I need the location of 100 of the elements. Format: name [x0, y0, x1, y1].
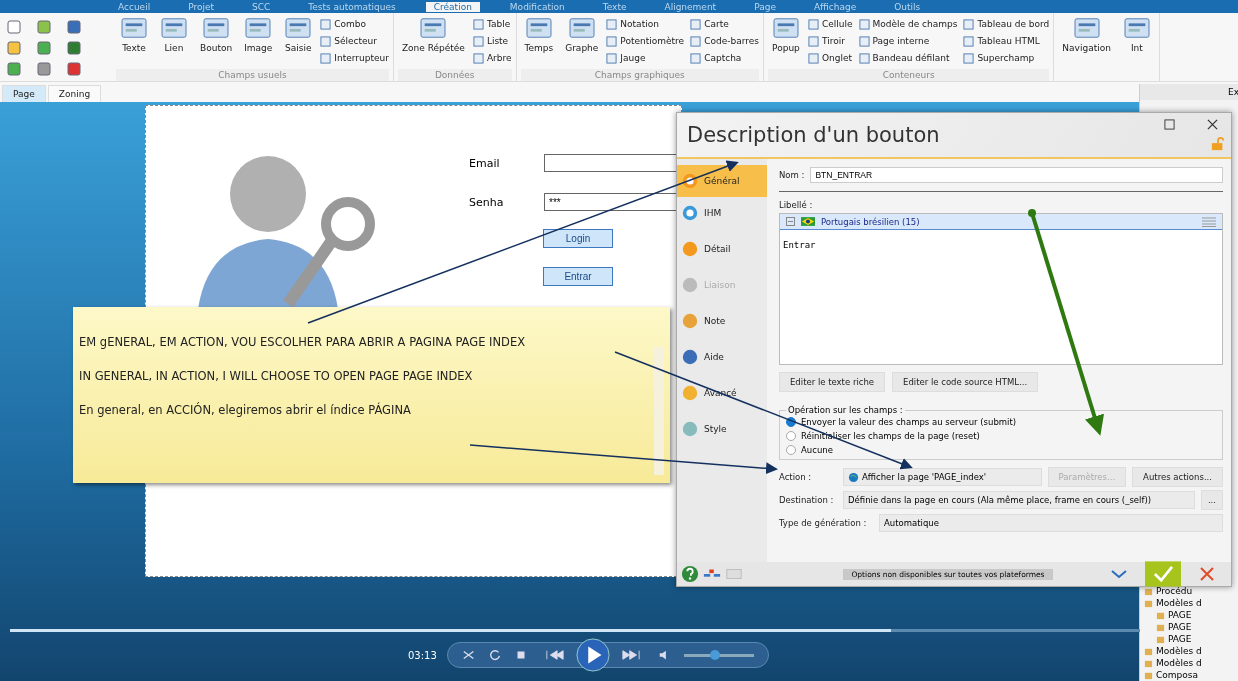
ribbon-button[interactable]: Tableau HTML: [963, 33, 1050, 49]
ribbon-button[interactable]: Captcha: [690, 50, 759, 66]
progress-bar[interactable]: [10, 629, 1140, 632]
ribbon-tab[interactable]: Accueil: [110, 1, 159, 12]
ribbon-button[interactable]: Jauge: [606, 50, 685, 66]
ribbon-button[interactable]: Combo: [320, 16, 389, 32]
ribbon-button[interactable]: Bandeau défilant: [858, 50, 958, 66]
tree-item[interactable]: Procédu: [1140, 585, 1238, 597]
control-icon: [606, 52, 618, 64]
toolbar-icon[interactable]: [36, 19, 52, 35]
ribbon-button[interactable]: Sélecteur: [320, 33, 389, 49]
scrollbar[interactable]: [654, 347, 664, 475]
ribbon-button[interactable]: Tableau de bord: [963, 16, 1050, 32]
ribbon-button[interactable]: Cellule: [807, 16, 853, 32]
page-button[interactable]: Login: [543, 229, 613, 248]
ribbon-button[interactable]: Liste: [472, 33, 512, 49]
section-tab[interactable]: Style: [677, 419, 767, 439]
ribbon-tab[interactable]: Modification: [501, 1, 573, 12]
collapse-icon[interactable]: [786, 217, 795, 226]
ribbon-button[interactable]: Notation: [606, 16, 685, 32]
maximize-icon[interactable]: [1164, 119, 1175, 130]
ribbon-button[interactable]: Texte: [116, 16, 152, 69]
toolbar-icon[interactable]: [66, 19, 82, 35]
action-dropdown[interactable]: Afficher la page 'PAGE_index': [843, 468, 1042, 486]
tree-item[interactable]: PAGE: [1140, 633, 1238, 645]
ribbon-button[interactable]: Navigation: [1058, 16, 1115, 81]
play-icon[interactable]: [575, 638, 610, 672]
ribbon-button[interactable]: Arbre: [472, 50, 512, 66]
ribbon-button[interactable]: Int: [1118, 16, 1155, 81]
playback-time: 03:13: [408, 649, 437, 661]
ribbon-button[interactable]: Carte: [690, 16, 759, 32]
ribbon-tab[interactable]: Projet: [180, 1, 222, 12]
page-button[interactable]: Entrar: [543, 267, 613, 286]
caption-text[interactable]: Entrar: [780, 230, 1222, 260]
browse-button[interactable]: ...: [1200, 490, 1223, 510]
toolbar-icon[interactable]: [6, 19, 22, 35]
tree-item[interactable]: PAGE: [1140, 609, 1238, 621]
section-tab[interactable]: Aide: [677, 347, 767, 367]
ribbon-tab[interactable]: Affichage: [805, 1, 865, 12]
ribbon-button[interactable]: Saisie: [280, 16, 317, 69]
ribbon-button[interactable]: Table: [472, 16, 512, 32]
ribbon-tab[interactable]: SCC: [244, 1, 279, 12]
ribbon-button[interactable]: Tiroir: [807, 33, 853, 49]
ribbon-button[interactable]: Superchamp: [963, 50, 1050, 66]
tree-item[interactable]: Modèles d: [1140, 597, 1238, 609]
ribbon-button[interactable]: Popup: [767, 16, 804, 69]
ribbon-tab[interactable]: Outils: [886, 1, 929, 12]
section-tab[interactable]: Détail: [677, 239, 767, 259]
ribbon-button[interactable]: Temps: [520, 16, 558, 69]
other-actions-button[interactable]: Autres actions...: [1132, 467, 1223, 487]
ribbon-button[interactable]: Graphe: [561, 16, 603, 69]
tree-item[interactable]: Modèles d: [1140, 645, 1238, 657]
ribbon-button[interactable]: Image: [240, 16, 277, 69]
ribbon-button[interactable]: Code-barres: [690, 33, 759, 49]
language-bar[interactable]: Portugais brésilien (15): [780, 214, 1222, 230]
ribbon-button[interactable]: Page interne: [858, 33, 958, 49]
ribbon-tab[interactable]: Page: [746, 1, 784, 12]
toolbar-icon[interactable]: [36, 61, 52, 77]
edit-button[interactable]: Editer le texte riche: [779, 372, 886, 392]
tree-item[interactable]: Composa: [1140, 669, 1238, 681]
toolbar-icon[interactable]: [66, 61, 82, 77]
document-tab[interactable]: Zoning: [47, 85, 102, 102]
menu-icon[interactable]: [1202, 216, 1216, 227]
section-tab[interactable]: Général: [677, 165, 767, 197]
ribbon-tab[interactable]: Texte: [594, 1, 635, 12]
ribbon-button[interactable]: Modèle de champs: [858, 16, 958, 32]
control-icon: [202, 16, 231, 40]
toolbar-icon[interactable]: [6, 61, 22, 77]
control-icon: [858, 52, 870, 64]
toolbar-icon[interactable]: [66, 40, 82, 56]
ribbon-tab[interactable]: Tests automatiques: [300, 1, 404, 12]
field-label: Destination :: [779, 495, 835, 505]
ribbon-button[interactable]: Onglet: [807, 50, 853, 66]
tree-item[interactable]: PAGE: [1140, 621, 1238, 633]
shuffle-icon[interactable]: [461, 648, 476, 662]
ribbon-tab[interactable]: Création: [425, 1, 480, 12]
ribbon-tab[interactable]: Alignement: [656, 1, 725, 12]
section-icon: [681, 204, 699, 222]
ribbon-button[interactable]: Lien: [156, 16, 192, 69]
tree-item[interactable]: Modèles d: [1140, 657, 1238, 669]
radio-option[interactable]: Aucune: [786, 443, 1216, 457]
edit-button[interactable]: Editer le code source HTML...: [892, 372, 1039, 392]
repeat-icon[interactable]: [487, 648, 502, 662]
ribbon-button[interactable]: Interrupteur: [320, 50, 389, 66]
toolbar-icon[interactable]: [6, 40, 22, 56]
generation-dropdown[interactable]: Automatique: [879, 514, 1223, 532]
section-tab[interactable]: Note: [677, 311, 767, 331]
help-icon[interactable]: [681, 565, 699, 583]
ribbon-button[interactable]: Bouton: [196, 16, 237, 69]
volume-slider[interactable]: [683, 653, 754, 657]
radio-option[interactable]: Envoyer la valeur des champs au serveur (submit): [786, 415, 1216, 429]
ribbon-button[interactable]: Potentiomètre: [606, 33, 685, 49]
ribbon-button[interactable]: Zone Répétée: [397, 16, 469, 69]
name-field[interactable]: BTN_ENTRAR: [810, 167, 1223, 183]
document-tab[interactable]: Page: [2, 85, 46, 102]
close-icon[interactable]: [1207, 119, 1218, 130]
checkmark-icon[interactable]: [1145, 560, 1181, 588]
toolbar-icon[interactable]: [36, 40, 52, 56]
field-label: Libellé :: [779, 200, 814, 210]
destination-dropdown[interactable]: Définie dans la page en cours (Ala même place, frame en cours (_self)): [843, 491, 1195, 509]
